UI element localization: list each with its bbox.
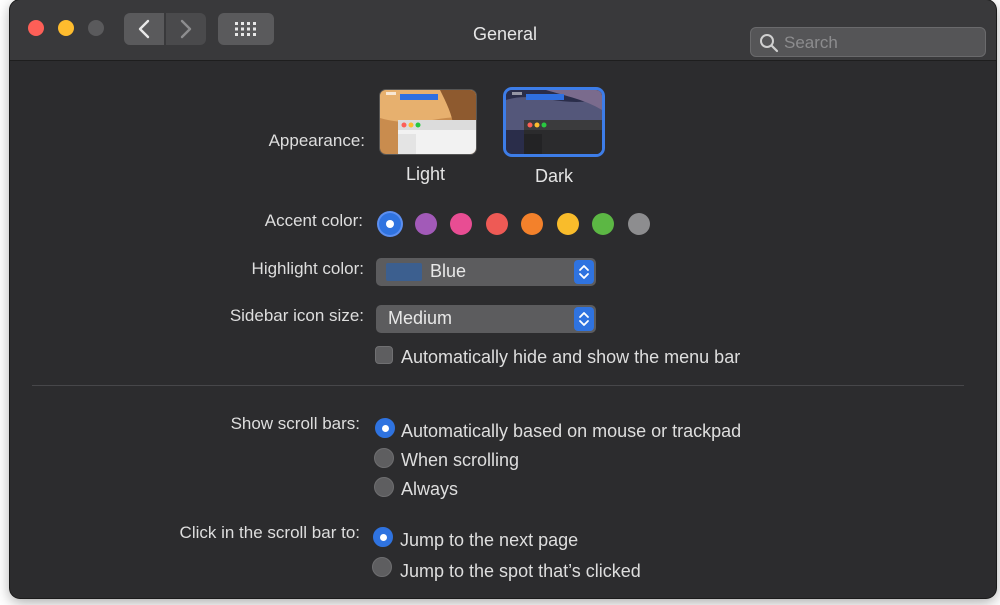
section-divider: [32, 385, 964, 386]
click-spot-radio[interactable]: [372, 557, 392, 577]
click-next-page-radio[interactable]: [373, 527, 393, 547]
click-next-page-label[interactable]: Jump to the next page: [400, 530, 578, 551]
scroll-bars-when-scrolling-radio[interactable]: [374, 448, 394, 468]
scroll-bars-when-scrolling-label[interactable]: When scrolling: [401, 450, 519, 471]
forward-button[interactable]: [166, 13, 206, 45]
close-button[interactable]: [28, 20, 44, 36]
search-icon: [760, 34, 779, 53]
titlebar: General Search: [10, 0, 996, 61]
back-button[interactable]: [124, 13, 164, 45]
window-title: General: [472, 24, 538, 44]
grid-icon: [235, 22, 256, 36]
dark-label: Dark: [535, 166, 574, 186]
click-spot-label[interactable]: Jump to the spot that’s clicked: [400, 561, 641, 582]
scroll-bars-always-label[interactable]: Always: [401, 479, 458, 500]
show-scroll-bars-label: Show scroll bars:: [230, 414, 360, 433]
highlight-color-label: Highlight color:: [251, 259, 364, 278]
accent-color-swatch[interactable]: [556, 213, 579, 235]
menu-bar-checkbox[interactable]: [375, 346, 393, 364]
accent-color-label: Accent color:: [264, 211, 363, 230]
chevron-left-icon: [138, 19, 150, 39]
zoom-button[interactable]: [88, 20, 104, 36]
minimize-button[interactable]: [58, 20, 74, 36]
accent-color-swatch[interactable]: [485, 213, 508, 235]
updown-icon: [574, 260, 594, 284]
sidebar-icon-size-label: Sidebar icon size:: [229, 306, 364, 325]
accent-color-swatch[interactable]: [414, 213, 437, 235]
scroll-bars-always-radio[interactable]: [374, 477, 394, 497]
show-all-button[interactable]: [218, 13, 274, 45]
highlight-color-popup[interactable]: Blue: [376, 258, 596, 286]
sidebar-icon-size-popup[interactable]: Medium: [376, 305, 596, 333]
search-placeholder: Search: [784, 33, 838, 52]
highlight-color-value: Blue: [430, 261, 467, 281]
light-label: Light: [406, 164, 446, 184]
menu-bar-checkbox-label[interactable]: Automatically hide and show the menu bar: [401, 347, 740, 368]
appearance-light-option[interactable]: [380, 90, 476, 154]
highlight-color-swatch: [386, 263, 422, 281]
sidebar-icon-size-value: Medium: [388, 308, 453, 328]
scroll-bars-auto-label[interactable]: Automatically based on mouse or trackpad: [401, 421, 741, 442]
scroll-bars-auto-radio[interactable]: [375, 418, 395, 438]
accent-color-swatch[interactable]: [627, 213, 650, 235]
click-scroll-bar-label: Click in the scroll bar to:: [179, 523, 360, 542]
dark-appearance-preview: [506, 90, 602, 154]
accent-color-swatch[interactable]: [592, 213, 614, 235]
accent-color-swatch[interactable]: [521, 213, 543, 235]
updown-icon: [574, 307, 594, 331]
light-appearance-preview: [380, 90, 476, 154]
preferences-window: General Search Appearance: Light Dark Ac…: [10, 0, 996, 598]
appearance-label: Appearance:: [268, 131, 365, 150]
accent-color-swatch[interactable]: [379, 213, 401, 235]
search-field[interactable]: Search: [750, 27, 986, 57]
appearance-dark-option[interactable]: [506, 90, 602, 154]
chevron-right-icon: [180, 19, 192, 39]
accent-color-swatch[interactable]: [450, 213, 472, 235]
